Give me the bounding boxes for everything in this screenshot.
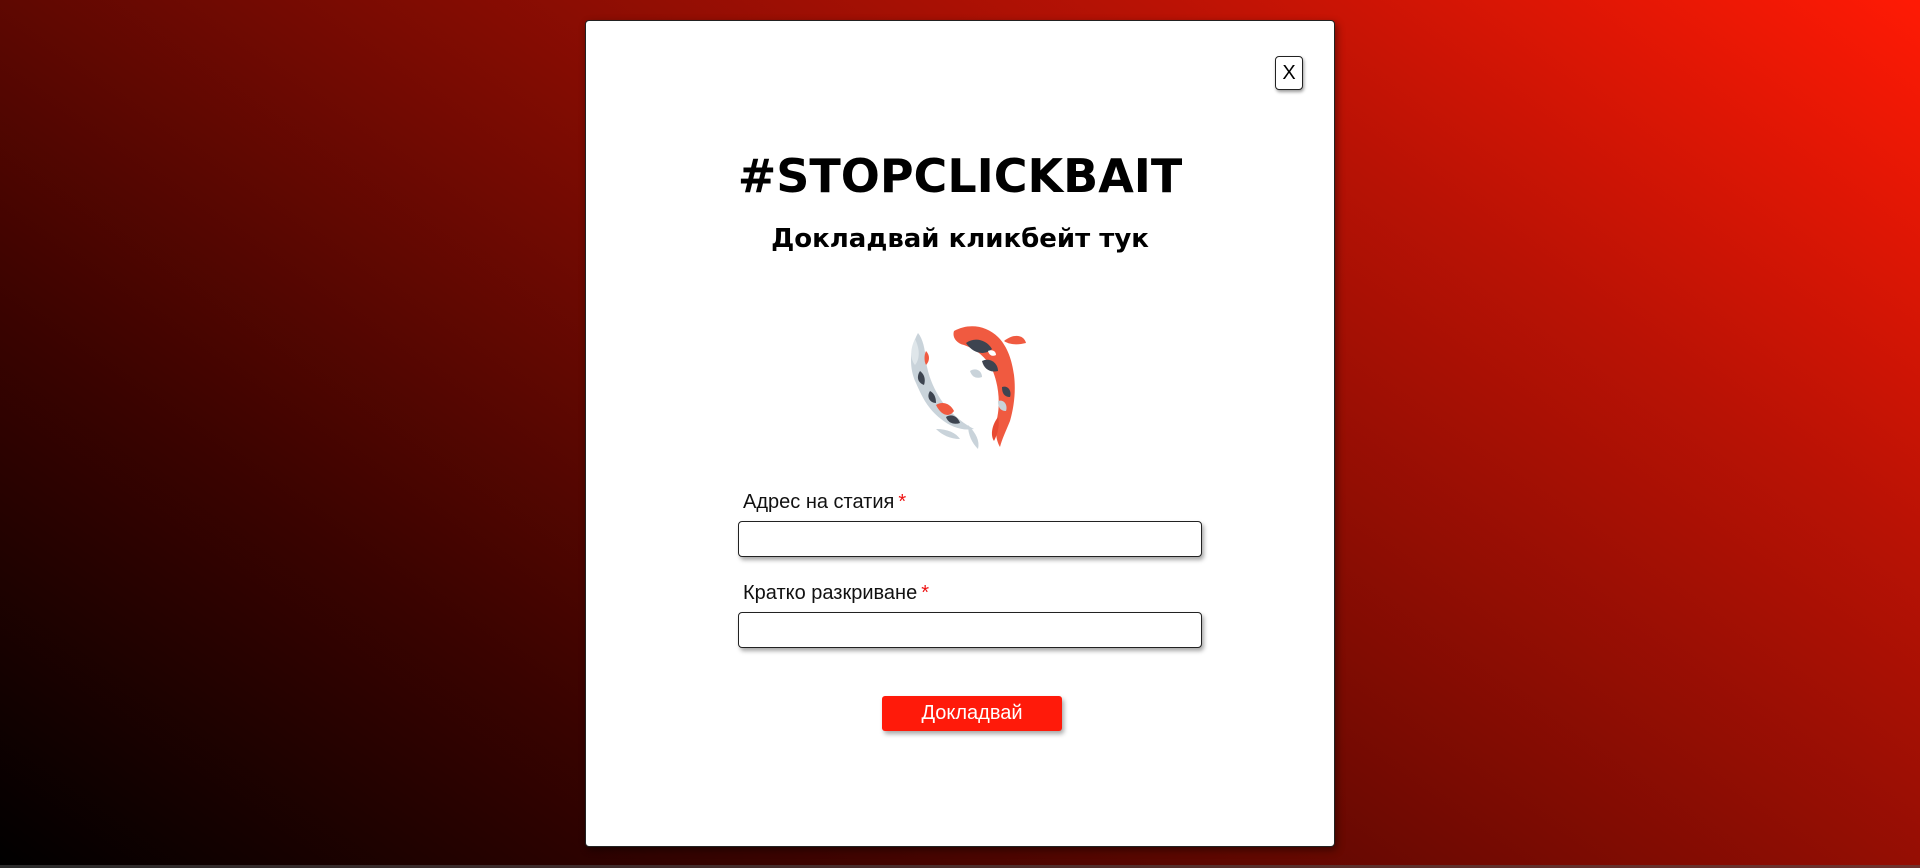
- koi-fish-icon: [911, 326, 1026, 449]
- page-title: #STOPCLICKBAIT: [737, 149, 1183, 203]
- short-explanation-input[interactable]: [738, 612, 1202, 648]
- article-url-label: Адрес на статия *: [743, 491, 906, 514]
- article-url-input[interactable]: [738, 521, 1202, 557]
- article-url-label-text: Адрес на статия: [743, 491, 895, 513]
- close-button[interactable]: X: [1275, 56, 1303, 90]
- short-explanation-label-text: Кратко разкриване: [743, 582, 918, 604]
- short-explanation-label: Кратко разкриване *: [743, 582, 929, 605]
- report-modal: X #STOPCLICKBAIT Докладвай кликбейт тук …: [585, 20, 1335, 847]
- report-submit-button[interactable]: Докладвай: [882, 696, 1062, 731]
- required-marker: *: [921, 582, 929, 604]
- page-subtitle: Докладвай кликбейт тук: [771, 224, 1149, 254]
- required-marker: *: [898, 491, 907, 513]
